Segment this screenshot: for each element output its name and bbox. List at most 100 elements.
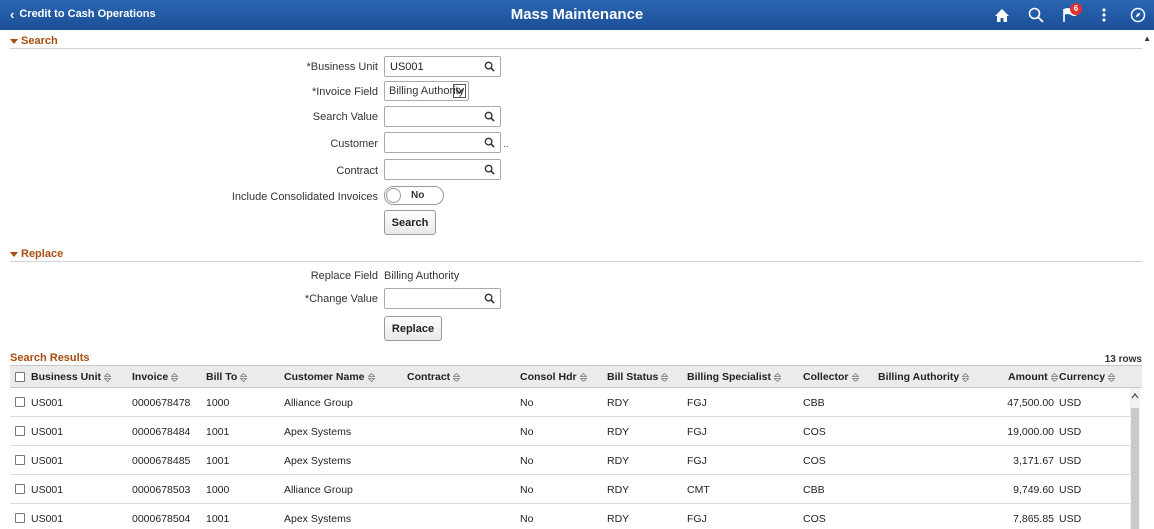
select-all-checkbox[interactable]	[15, 372, 25, 382]
column-header-label: Billing Authority	[878, 371, 960, 383]
cell-collector: CBB	[803, 484, 825, 496]
column-header-amount[interactable]: Amount	[1008, 371, 1058, 383]
search-value-field[interactable]	[384, 106, 501, 127]
row-checkbox[interactable]	[15, 426, 25, 436]
column-header-label: Billing Specialist	[687, 371, 772, 383]
cell-business-unit: US001	[31, 397, 64, 409]
lookup-icon[interactable]	[484, 111, 495, 122]
cell-amount: 3,171.67	[1013, 455, 1054, 467]
column-header-label: Consol Hdr	[520, 371, 577, 383]
cell-bill-status: RDY	[607, 397, 630, 409]
change-value-field[interactable]	[384, 288, 501, 309]
lookup-icon[interactable]	[484, 293, 495, 304]
column-header-label: Business Unit	[31, 371, 102, 383]
sort-icon	[851, 372, 859, 382]
column-header-collector[interactable]: Collector	[803, 371, 859, 383]
replace-field-label: Replace Field	[310, 270, 378, 282]
cell-collector: COS	[803, 426, 826, 438]
column-header-contract[interactable]: Contract	[407, 371, 461, 383]
cell-amount: 19,000.00	[1007, 426, 1054, 438]
column-header-invoice[interactable]: Invoice	[132, 371, 179, 383]
include-consolidated-toggle[interactable]: No	[384, 186, 444, 205]
column-header-business-unit[interactable]: Business Unit	[31, 371, 112, 383]
section-divider	[10, 48, 1142, 49]
cell-consol-hdr: No	[520, 513, 534, 525]
notification-badge: 6	[1070, 3, 1082, 15]
customer-more-link[interactable]: ..	[503, 139, 509, 150]
sort-icon	[240, 372, 248, 382]
include-consolidated-label: Include Consolidated Invoices	[231, 191, 378, 203]
contract-label: Contract	[336, 165, 378, 177]
home-icon[interactable]	[992, 5, 1012, 25]
chevron-down-icon	[453, 84, 466, 98]
table-row[interactable]: US001 0000678484 1001 Apex Systems No RD…	[10, 417, 1130, 446]
cell-bill-to: 1001	[206, 455, 230, 467]
column-header-bill-status[interactable]: Bill Status	[607, 371, 669, 383]
sort-icon	[661, 372, 669, 382]
lookup-icon[interactable]	[484, 137, 495, 148]
search-value-label: Search Value	[312, 111, 378, 123]
row-checkbox[interactable]	[15, 397, 25, 407]
customer-label: Customer	[330, 138, 378, 150]
search-section-toggle[interactable]: Search	[10, 34, 58, 48]
table-row[interactable]: US001 0000678504 1001 Apex Systems No RD…	[10, 504, 1130, 529]
cell-customer-name: Alliance Group	[284, 397, 353, 409]
back-to-credit-to-cash-button[interactable]: ‹ Credit to Cash Operations	[10, 8, 156, 21]
cell-bill-status: RDY	[607, 513, 630, 525]
cell-collector: CBB	[803, 397, 825, 409]
replace-section-toggle[interactable]: Replace	[10, 247, 63, 261]
cell-currency: USD	[1059, 397, 1082, 409]
replace-button[interactable]: Replace	[384, 316, 442, 341]
lookup-icon[interactable]	[484, 164, 495, 175]
customer-field[interactable]	[384, 132, 501, 153]
search-button[interactable]: Search	[384, 210, 436, 235]
cell-consol-hdr: No	[520, 426, 534, 438]
table-row[interactable]: US001 0000678478 1000 Alliance Group No …	[10, 388, 1130, 417]
column-header-label: Collector	[803, 371, 849, 383]
cell-business-unit: US001	[31, 513, 64, 525]
flag-icon[interactable]: 6	[1060, 3, 1082, 25]
cell-consol-hdr: No	[520, 455, 534, 467]
column-header-label: Invoice	[132, 371, 169, 383]
row-checkbox[interactable]	[15, 484, 25, 494]
table-row[interactable]: US001 0000678503 1000 Alliance Group No …	[10, 475, 1130, 504]
cell-collector: COS	[803, 513, 826, 525]
cell-bill-status: RDY	[607, 455, 630, 467]
table-row[interactable]: US001 0000678485 1001 Apex Systems No RD…	[10, 446, 1130, 475]
cell-currency: USD	[1059, 426, 1082, 438]
page-title: Mass Maintenance	[510, 6, 644, 23]
business-unit-field[interactable]: US001	[384, 56, 501, 77]
scrollbar-thumb[interactable]	[1131, 408, 1139, 529]
navbar-icon[interactable]	[1128, 5, 1148, 25]
section-divider	[10, 261, 1142, 262]
column-header-label: Bill To	[206, 371, 238, 383]
sort-icon	[453, 372, 461, 382]
sort-icon	[171, 372, 179, 382]
collapse-caret[interactable]: ▲	[1143, 34, 1151, 43]
replace-section-title: Replace	[21, 248, 64, 260]
results-scrollbar[interactable]	[1130, 388, 1140, 529]
actions-menu-icon[interactable]	[1094, 5, 1114, 25]
results-grid-header: Business Unit Invoice Bill To Customer N…	[10, 365, 1142, 388]
search-results-title: Search Results	[10, 352, 90, 364]
row-checkbox[interactable]	[15, 513, 25, 523]
business-unit-value: US001	[390, 60, 424, 73]
scroll-up-icon[interactable]	[1131, 392, 1139, 400]
row-checkbox[interactable]	[15, 455, 25, 465]
search-icon[interactable]	[1026, 5, 1046, 25]
column-header-billing-authority[interactable]: Billing Authority	[878, 371, 970, 383]
column-header-bill-to[interactable]: Bill To	[206, 371, 248, 383]
cell-invoice: 0000678484	[132, 426, 191, 438]
column-header-billing-specialist[interactable]: Billing Specialist	[687, 371, 782, 383]
column-header-currency[interactable]: Currency	[1059, 371, 1116, 383]
collapse-triangle-icon	[10, 252, 18, 257]
column-header-customer-name[interactable]: Customer Name	[284, 371, 375, 383]
lookup-icon[interactable]	[484, 61, 495, 72]
sort-icon	[1050, 372, 1058, 382]
column-header-consol-hdr[interactable]: Consol Hdr	[520, 371, 587, 383]
contract-field[interactable]	[384, 159, 501, 180]
cell-bill-to: 1001	[206, 513, 230, 525]
cell-currency: USD	[1059, 484, 1082, 496]
sort-icon	[962, 372, 970, 382]
invoice-field-select[interactable]: Billing Authority	[384, 81, 469, 101]
